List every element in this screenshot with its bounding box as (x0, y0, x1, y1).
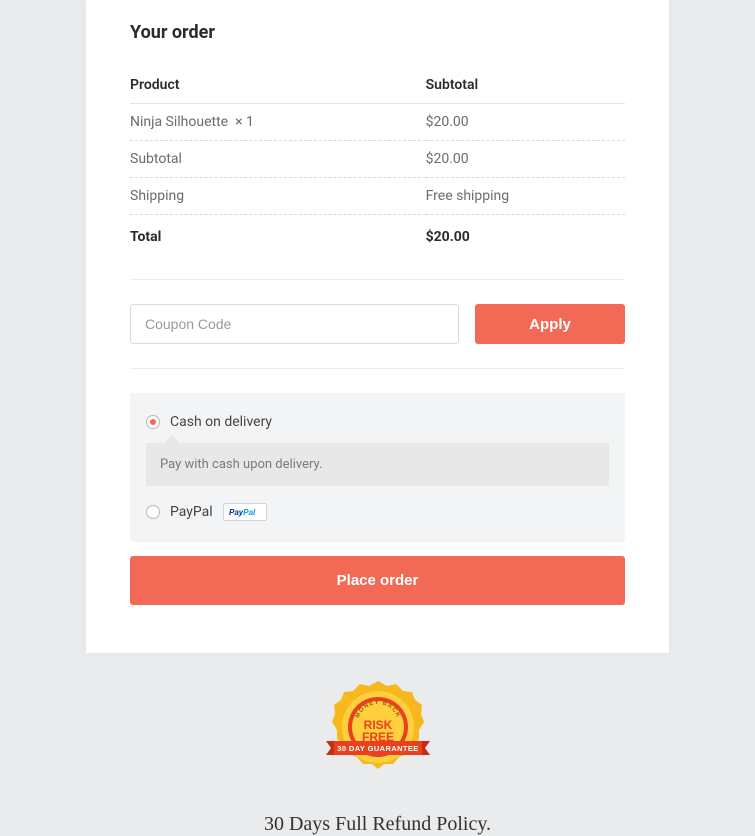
payment-description-cod: Pay with cash upon delivery. (146, 443, 609, 486)
table-header-row: Product Subtotal (130, 67, 625, 104)
shipping-row: Shipping Free shipping (130, 178, 625, 215)
order-card: Your order Product Subtotal Ninja Silhou… (86, 0, 669, 653)
subtotal-row: Subtotal $20.00 (130, 141, 625, 178)
line-item-name: Ninja Silhouette (130, 114, 228, 130)
svg-text:PayPal: PayPal (229, 508, 256, 517)
line-item-qty: × 1 (235, 114, 254, 130)
radio-cod[interactable] (146, 415, 160, 429)
header-subtotal: Subtotal (426, 67, 625, 104)
shipping-value: Free shipping (426, 178, 625, 215)
shipping-label: Shipping (130, 178, 426, 215)
line-item-price: $20.00 (426, 104, 625, 141)
payment-methods: Cash on delivery Pay with cash upon deli… (130, 393, 625, 542)
place-order-button[interactable]: Place order (130, 556, 625, 605)
payment-option-cod[interactable]: Cash on delivery (140, 411, 615, 433)
coupon-row: Apply (130, 304, 625, 344)
subtotal-value: $20.00 (426, 141, 625, 178)
payment-label-cod: Cash on delivery (170, 414, 272, 430)
divider (130, 368, 625, 369)
payment-label-paypal: PayPal (170, 504, 213, 520)
payment-option-paypal[interactable]: PayPal PayPal (140, 500, 615, 524)
total-label: Total (130, 215, 426, 256)
paypal-logo-icon: PayPal (223, 503, 267, 521)
refund-policy-text: 30 Days Full Refund Policy. (0, 813, 755, 836)
total-row: Total $20.00 (130, 215, 625, 256)
line-item-row: Ninja Silhouette × 1 $20.00 (130, 104, 625, 141)
order-table: Product Subtotal Ninja Silhouette × 1 $2… (130, 67, 625, 255)
radio-paypal[interactable] (146, 505, 160, 519)
svg-text:30 DAY GUARANTEE: 30 DAY GUARANTEE (337, 744, 418, 753)
line-item-name-cell: Ninja Silhouette × 1 (130, 104, 426, 141)
header-product: Product (130, 67, 426, 104)
total-value: $20.00 (426, 215, 625, 256)
money-back-badge-icon: MONEY BACK RISK FREE 30 DAY GUARANTEE (320, 681, 436, 781)
subtotal-label: Subtotal (130, 141, 426, 178)
order-title: Your order (130, 0, 625, 67)
coupon-input[interactable] (130, 304, 459, 344)
divider (130, 279, 625, 280)
apply-button[interactable]: Apply (475, 304, 625, 344)
